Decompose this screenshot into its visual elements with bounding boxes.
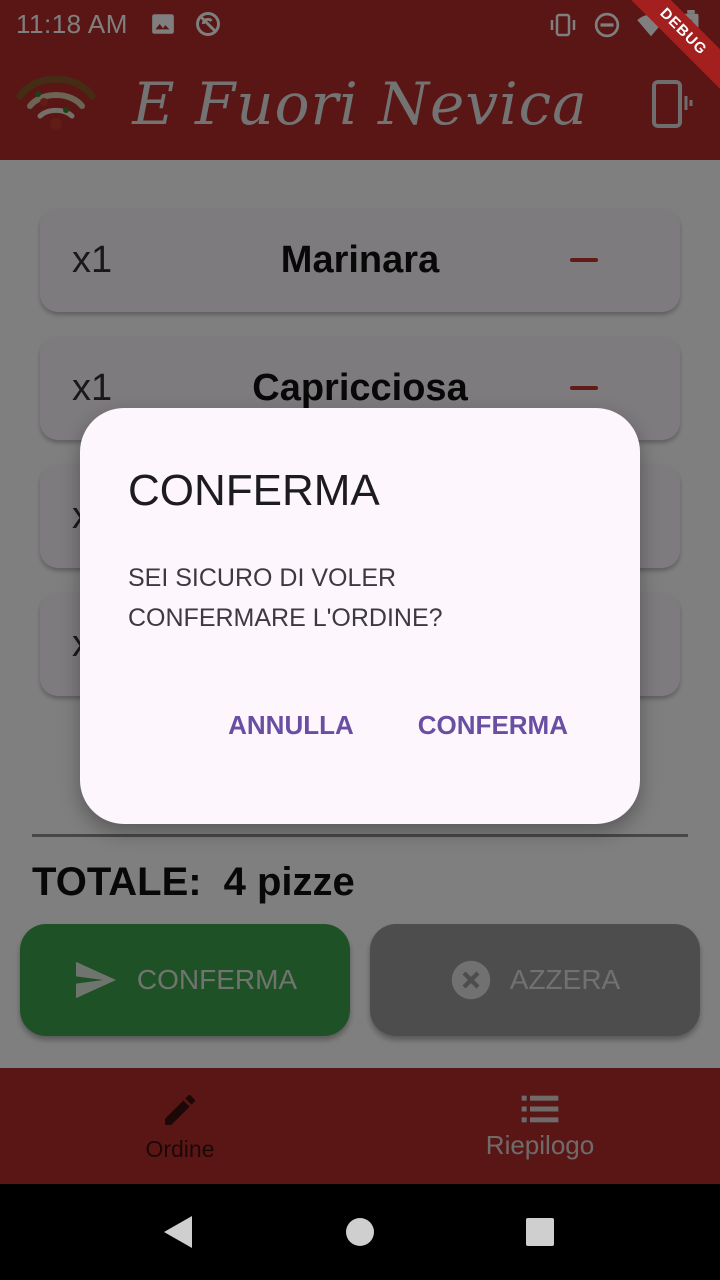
confirm-button[interactable]: CONFERMA (418, 710, 568, 741)
confirm-dialog: CONFERMA SEI SICURO DI VOLER CONFERMARE … (80, 408, 640, 824)
system-navigation-bar (0, 1184, 720, 1280)
cancel-button[interactable]: ANNULLA (228, 710, 354, 741)
home-icon[interactable] (344, 1216, 376, 1248)
recents-icon[interactable] (524, 1216, 556, 1248)
back-icon[interactable] (162, 1214, 194, 1250)
app-screen: 11:18 AM DEBUG E Fuori Nevica (0, 0, 720, 1280)
dialog-title: CONFERMA (128, 466, 380, 515)
dialog-message: SEI SICURO DI VOLER CONFERMARE L'ORDINE? (128, 564, 443, 632)
